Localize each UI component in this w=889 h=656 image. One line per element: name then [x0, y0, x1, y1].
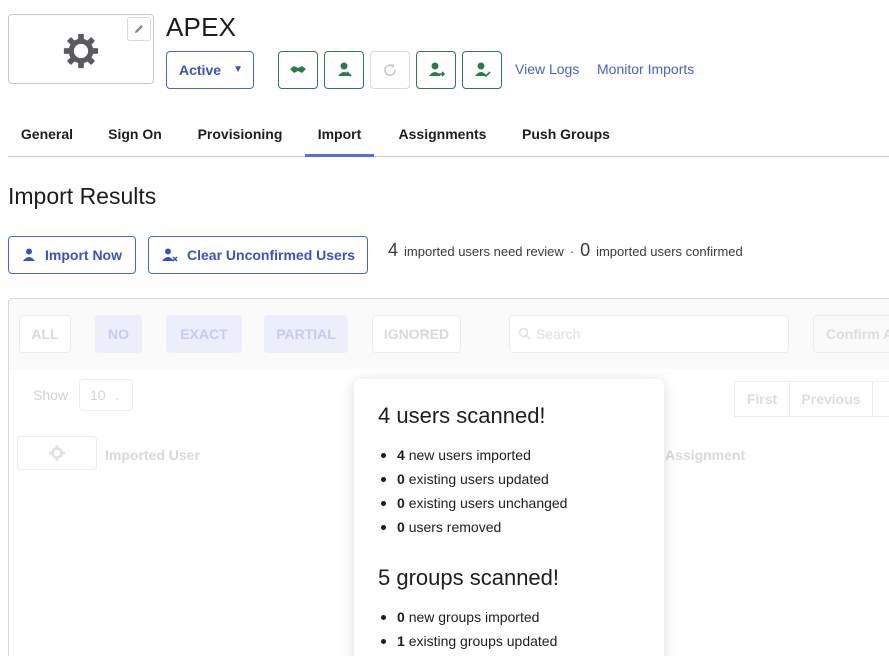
chevron-down-icon: ⌄	[113, 392, 122, 402]
review-count: 4	[388, 240, 399, 260]
page-size-select[interactable]: 10 ⌄	[79, 379, 133, 411]
import-now-label: Import Now	[45, 247, 122, 263]
confirm-users-button[interactable]	[462, 51, 502, 89]
app-title: APEX	[166, 12, 237, 42]
user-remove-icon	[162, 248, 178, 262]
handshake-icon	[290, 66, 306, 73]
monitor-imports-link[interactable]: Monitor Imports	[597, 61, 694, 77]
confirmed-text: imported users confirmed	[596, 244, 743, 259]
tab-general[interactable]: General	[8, 114, 86, 157]
filter-exact[interactable]: EXACT	[166, 315, 242, 353]
filter-ignored[interactable]: IGNORED	[372, 315, 461, 353]
tab-import[interactable]: Import	[305, 114, 374, 157]
gear-icon	[63, 33, 99, 69]
page-size-value: 10	[90, 387, 106, 403]
groups-summary-list: 0 new groups imported 1 existing groups …	[378, 605, 640, 653]
tab-assignments[interactable]: Assignments	[388, 114, 497, 157]
status-label: Active	[179, 62, 222, 78]
app-logo	[8, 14, 154, 84]
filter-all[interactable]: ALL	[19, 315, 71, 353]
refresh-button[interactable]	[370, 51, 410, 89]
confirm-assignments-button[interactable]: Confirm A	[813, 315, 889, 353]
tab-push-groups[interactable]: Push Groups	[514, 114, 618, 157]
import-summary-dialog: 4 users scanned! 4 new users imported 0 …	[354, 379, 664, 656]
refresh-icon	[384, 63, 396, 76]
import-users-button[interactable]	[324, 51, 364, 89]
column-settings-button[interactable]	[17, 436, 97, 470]
users-summary-list: 4 new users imported 0 existing users up…	[378, 443, 640, 539]
filter-no[interactable]: NO	[95, 315, 142, 353]
user-check-icon	[475, 62, 491, 78]
tab-sign-on[interactable]: Sign On	[100, 114, 170, 157]
clear-unconfirmed-users-button[interactable]: Clear Unconfirmed Users	[148, 236, 368, 274]
edit-logo-button[interactable]	[127, 17, 151, 41]
list-item: 0 existing users updated	[378, 467, 640, 491]
import-now-button[interactable]: Import Now	[8, 236, 136, 274]
search-input[interactable]: Search	[509, 315, 789, 353]
filter-toolbar: ALL NO EXACT PARTIAL IGNORED Search Conf…	[9, 299, 889, 369]
status-dropdown[interactable]: Active ▼	[166, 51, 254, 89]
list-item: 1 existing groups updated	[378, 629, 640, 653]
confirmed-count: 0	[580, 240, 591, 260]
review-text: imported users need review	[404, 244, 564, 259]
summary-separator: ·	[569, 244, 575, 259]
handshake-button[interactable]	[278, 51, 318, 89]
user-import-icon	[338, 62, 352, 77]
pager-first[interactable]: First	[734, 381, 790, 417]
tab-bar: General Sign On Provisioning Import Assi…	[8, 114, 889, 157]
caret-down-icon: ▼	[233, 64, 243, 75]
push-users-button[interactable]	[416, 51, 456, 89]
list-item: 0 existing users unchanged	[378, 491, 640, 515]
pager-previous[interactable]: Previous	[789, 381, 873, 417]
search-placeholder: Search	[536, 326, 581, 342]
pencil-icon	[135, 25, 143, 33]
tab-provisioning[interactable]: Provisioning	[188, 114, 292, 157]
user-push-icon	[429, 62, 445, 77]
list-item: 4 new users imported	[378, 443, 640, 467]
search-icon	[518, 327, 531, 340]
filter-partial[interactable]: PARTIAL	[264, 315, 348, 353]
section-title: Import Results	[8, 183, 157, 209]
clear-unconfirmed-label: Clear Unconfirmed Users	[187, 247, 356, 263]
review-summary: 4 imported users need review · 0 importe…	[388, 240, 743, 261]
view-logs-link[interactable]: View Logs	[515, 61, 579, 77]
show-label: Show	[33, 387, 69, 403]
groups-scanned-title: 5 groups scanned!	[378, 565, 560, 590]
list-item: 0 new groups imported	[378, 605, 640, 629]
list-item: 0 users removed	[378, 515, 640, 539]
pager-next[interactable]	[872, 381, 889, 417]
users-scanned-title: 4 users scanned!	[378, 403, 546, 428]
column-imported-user[interactable]: Imported User	[105, 447, 200, 463]
column-assignment[interactable]: Assignment	[665, 447, 745, 463]
gear-icon	[48, 444, 66, 462]
user-import-icon	[23, 248, 35, 261]
